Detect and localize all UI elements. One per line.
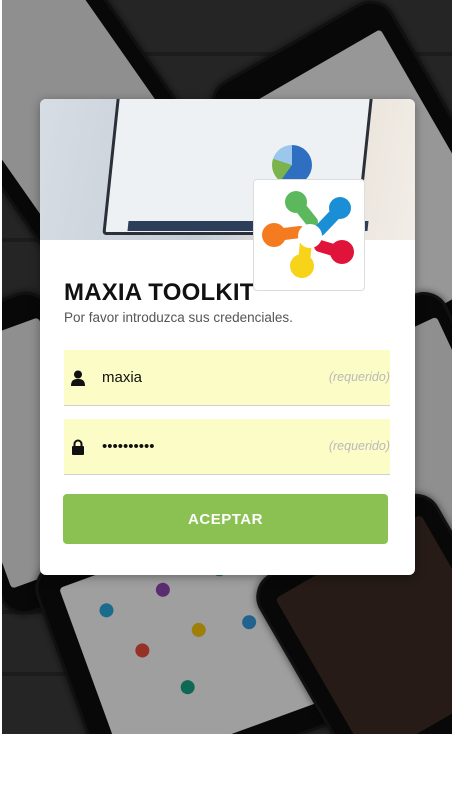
username-input[interactable] <box>102 364 302 390</box>
password-required-hint: (requerido) <box>328 439 390 453</box>
login-card: MAXIA TOOLKIT Por favor introduzca sus c… <box>40 99 415 575</box>
user-icon <box>71 370 85 386</box>
accept-button[interactable]: ACEPTAR <box>63 494 388 544</box>
page-subtitle: Por favor introduzca sus credenciales. <box>64 310 293 325</box>
password-field[interactable]: (requerido) <box>64 419 390 475</box>
password-input[interactable] <box>102 433 302 459</box>
maxia-logo-icon <box>262 191 354 278</box>
username-required-hint: (requerido) <box>328 370 390 384</box>
lock-icon <box>72 439 84 455</box>
app-logo <box>253 179 365 291</box>
page-title: MAXIA TOOLKIT <box>64 279 255 306</box>
username-field[interactable]: (requerido) <box>64 350 390 406</box>
